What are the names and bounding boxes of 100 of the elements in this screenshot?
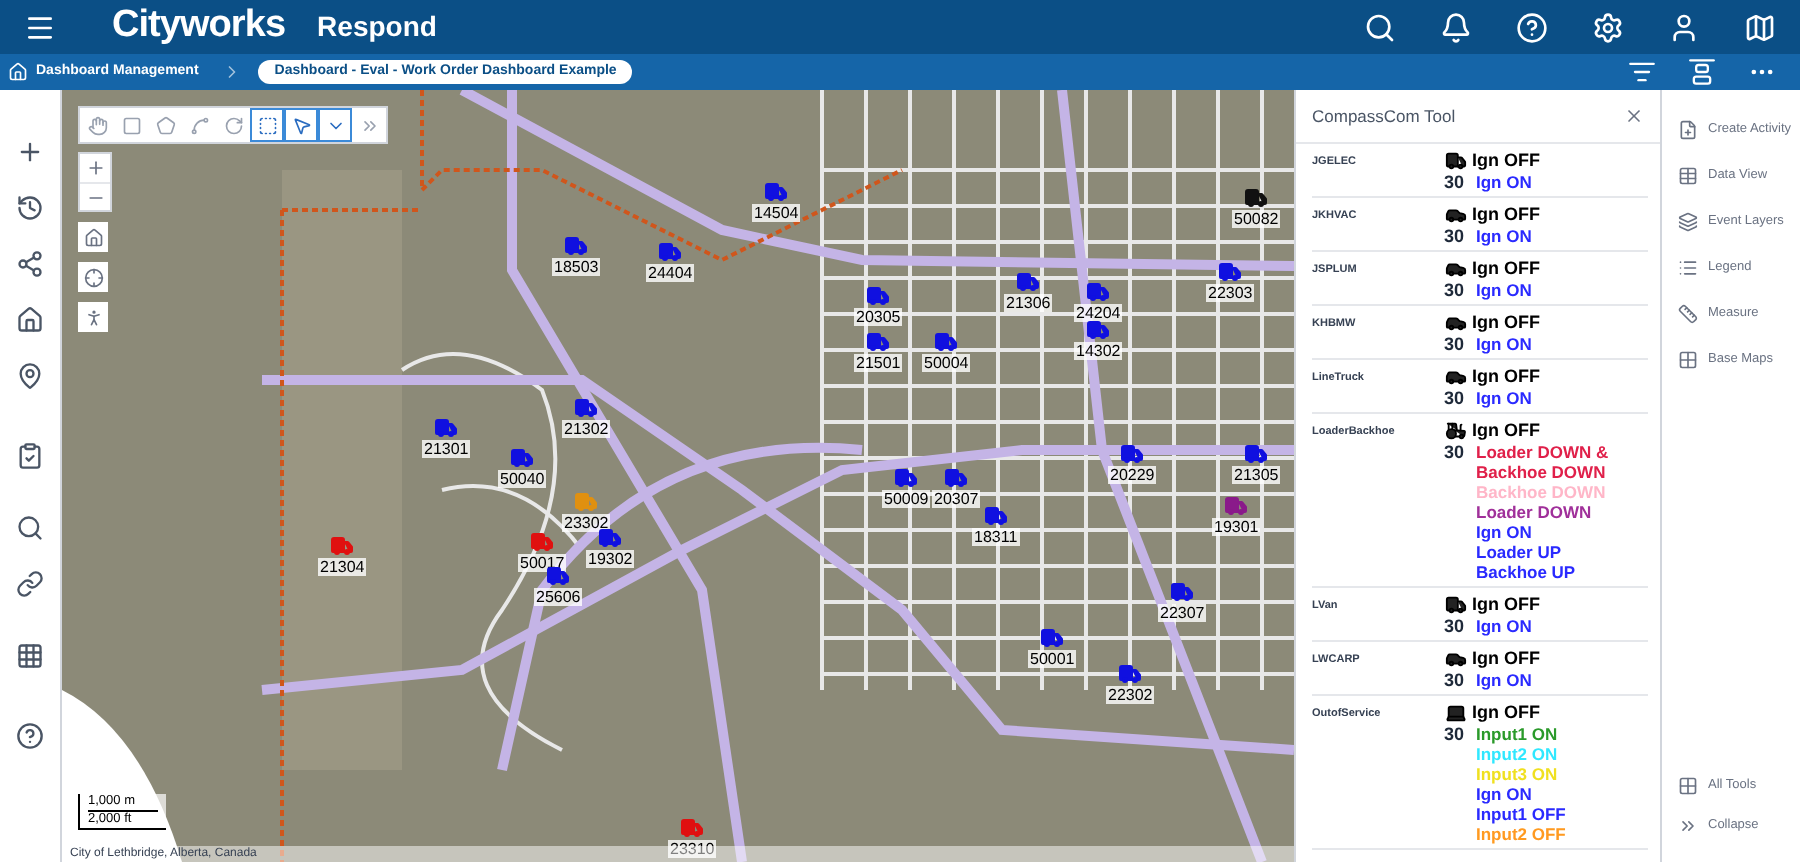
vehicle-label: 23302: [562, 514, 611, 532]
crosshair-icon: [83, 267, 103, 287]
vehicle-label: 19301: [1212, 518, 1261, 536]
unit-count: 30: [1444, 724, 1464, 748]
vehicle-icon[interactable]: [892, 466, 921, 490]
vehicle-icon[interactable]: [1168, 580, 1197, 604]
home-button[interactable]: [78, 222, 108, 252]
search-icon[interactable]: [16, 514, 44, 542]
link-icon[interactable]: [16, 570, 44, 598]
vehicle-label: 21305: [1232, 466, 1281, 484]
vehicle-icon[interactable]: [1242, 186, 1271, 210]
rectangle-icon: [121, 115, 141, 135]
truck-icon: [1444, 149, 1468, 171]
help-icon[interactable]: [16, 722, 44, 750]
unit-count: 30: [1444, 670, 1464, 690]
vehicle-label: 50017: [518, 554, 567, 572]
menu-icon[interactable]: [24, 11, 56, 43]
pointer-tool[interactable]: [284, 108, 318, 142]
collapse-icon: [1678, 816, 1698, 836]
vehicle-label: 50082: [1232, 210, 1281, 228]
vehicle-label: 18311: [972, 528, 1020, 546]
vehicle-icon[interactable]: [1216, 260, 1245, 284]
vehicle-label: 50001: [1028, 650, 1077, 668]
map-icon[interactable]: [1744, 11, 1776, 43]
nodes-icon[interactable]: [16, 250, 44, 278]
ignition-status: Ign OFF: [1472, 592, 1540, 616]
unit-status: Input1 ON: [1476, 724, 1560, 744]
vehicle-label: 50004: [922, 354, 971, 372]
settings-icon[interactable]: [1592, 11, 1624, 43]
unit-status: Ign ON: [1476, 172, 1534, 192]
create-icon: [1678, 119, 1698, 139]
select-icon: [257, 115, 277, 135]
vehicle-label: 50040: [498, 470, 547, 488]
vehicle-label: 19302: [586, 550, 635, 568]
vehicle-label: 20305: [854, 308, 903, 326]
vehicle-label: 21301: [422, 440, 471, 458]
unit-count: 30: [1444, 616, 1464, 636]
grid-icon[interactable]: [16, 642, 44, 670]
polyline-icon: [189, 115, 209, 135]
home-icon[interactable]: [16, 306, 44, 334]
vehicle-label: 18503: [552, 258, 601, 276]
vehicle-icon[interactable]: [942, 466, 971, 490]
unit-status: Ign ON: [1476, 280, 1534, 300]
street-view-button[interactable]: [78, 302, 108, 332]
vehicle-label: 50009: [882, 490, 931, 508]
ignition-status: Ign OFF: [1472, 310, 1540, 334]
unit-status: Ign ON: [1476, 616, 1534, 636]
vehicle-icon[interactable]: [1222, 494, 1251, 518]
ignition-status: Ign OFF: [1472, 256, 1540, 280]
vehicle-icon[interactable]: [864, 330, 893, 354]
unit-status: Ign ON: [1476, 670, 1534, 690]
polygon-icon: [155, 115, 175, 135]
user-icon[interactable]: [1668, 11, 1700, 43]
vehicle-label: 14302: [1074, 342, 1123, 360]
pointer-icon: [291, 115, 311, 135]
clipboard-icon[interactable]: [16, 442, 44, 470]
unit-status: Input1 OFF: [1476, 804, 1568, 824]
unit-status: Ign ON: [1476, 784, 1534, 804]
unit-status: Input2 ON: [1476, 744, 1560, 764]
search-icon[interactable]: [1364, 11, 1396, 43]
filter-icon[interactable]: [1628, 58, 1656, 86]
unit-status: Input2 OFF: [1476, 824, 1568, 844]
vehicle-icon[interactable]: [1038, 626, 1067, 650]
unit-count: 30: [1444, 388, 1464, 408]
unit-count: 30: [1444, 442, 1464, 466]
unit-count: 30: [1444, 280, 1464, 300]
person-icon: [83, 307, 103, 327]
unit-status: Loader DOWN: [1476, 502, 1594, 522]
vehicle-icon[interactable]: [1014, 270, 1043, 294]
rotate-icon: [223, 115, 243, 135]
unit-count: 30: [1444, 226, 1464, 246]
bell-icon[interactable]: [1440, 11, 1472, 43]
map[interactable]: [62, 90, 1294, 862]
vehicle-label: 22303: [1206, 284, 1255, 302]
vehicle-icon[interactable]: [981, 504, 1010, 528]
select-tool[interactable]: [250, 108, 284, 142]
vehicle-icon[interactable]: [1084, 318, 1113, 342]
plus-icon[interactable]: [16, 138, 44, 166]
vehicle-icon[interactable]: [1118, 442, 1147, 466]
vehicle-label: 22307: [1158, 604, 1207, 622]
locate-button[interactable]: [78, 262, 108, 292]
align-icon[interactable]: [1688, 58, 1716, 86]
location-pin-icon[interactable]: [16, 362, 44, 390]
dropdown-tool[interactable]: [318, 108, 352, 142]
vehicle-icon[interactable]: [1116, 662, 1145, 686]
ignition-status: Ign OFF: [1472, 646, 1540, 670]
unit-count: 30: [1444, 172, 1464, 192]
vehicle-icon[interactable]: [596, 526, 625, 550]
logo: Cityworks: [112, 2, 286, 51]
vehicle-icon[interactable]: [932, 330, 961, 354]
history-icon[interactable]: [16, 194, 44, 222]
unit-status: Input3 ON: [1476, 764, 1560, 784]
close-icon[interactable]: [1624, 106, 1644, 126]
unit-status: Ign ON: [1476, 522, 1534, 542]
vehicle-icon[interactable]: [1242, 442, 1271, 466]
vehicle-label: 24404: [646, 264, 695, 282]
vehicle-icon[interactable]: [864, 284, 893, 308]
ignition-status: Ign OFF: [1472, 700, 1540, 724]
hand-icon: [87, 115, 107, 135]
vehicle-label: 21302: [562, 420, 611, 438]
